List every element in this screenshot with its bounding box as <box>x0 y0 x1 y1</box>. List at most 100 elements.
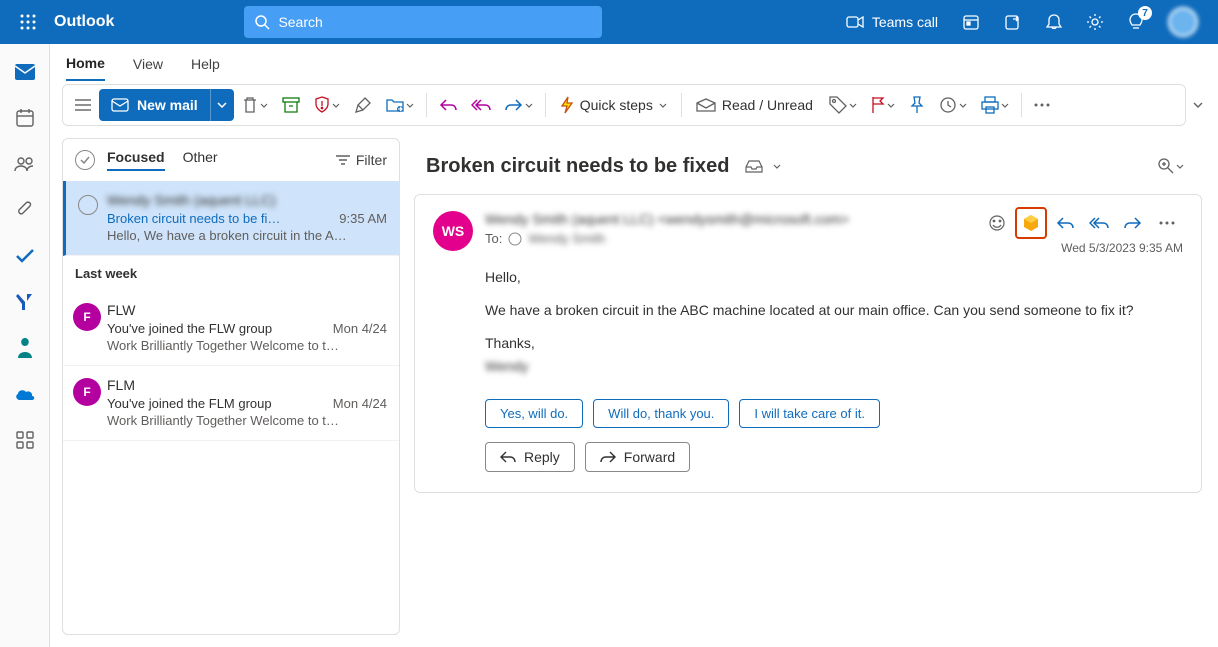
account-button[interactable] <box>1156 0 1210 44</box>
more-ribbon-button[interactable] <box>1028 89 1056 121</box>
tab-other[interactable]: Other <box>183 149 218 171</box>
forward-button[interactable] <box>499 89 539 121</box>
filter-label: Filter <box>356 152 387 168</box>
sender-avatar: F <box>73 378 101 406</box>
ribbon-collapse[interactable] <box>1190 102 1206 108</box>
reply-action[interactable] <box>1049 207 1081 239</box>
search-input[interactable] <box>278 14 592 30</box>
categorize-button[interactable] <box>823 89 863 121</box>
reply-all-action[interactable] <box>1083 207 1115 239</box>
rail-todo[interactable] <box>5 236 45 276</box>
settings-button[interactable] <box>1074 0 1116 44</box>
select-circle[interactable] <box>78 195 98 215</box>
shield-alert-icon <box>314 96 330 114</box>
archive-button[interactable] <box>276 89 306 121</box>
flag-button[interactable] <box>865 89 901 121</box>
suggestion-3[interactable]: I will take care of it. <box>739 399 880 428</box>
conversation-settings[interactable] <box>739 150 769 182</box>
to-line: To: Wendy Smith <box>485 231 981 246</box>
delete-button[interactable] <box>236 89 274 121</box>
tips-badge: 7 <box>1138 6 1152 20</box>
chevron-down-icon <box>406 103 414 108</box>
forward-action[interactable] <box>1117 207 1149 239</box>
apps-hexagon-button[interactable] <box>1015 207 1047 239</box>
snooze-button[interactable] <box>933 89 973 121</box>
suggestion-1[interactable]: Yes, will do. <box>485 399 583 428</box>
flag-icon <box>871 96 885 114</box>
read-unread-button[interactable]: Read / Unread <box>688 97 821 113</box>
new-mail-dropdown[interactable] <box>210 89 234 121</box>
rail-people[interactable] <box>5 144 45 184</box>
filter-button[interactable]: Filter <box>336 152 387 168</box>
teams-call-button[interactable]: Teams call <box>834 0 950 44</box>
react-button[interactable] <box>981 207 1013 239</box>
sweep-button[interactable] <box>348 89 378 121</box>
tab-view[interactable]: View <box>133 48 163 80</box>
ellipsis-icon <box>1159 221 1175 225</box>
rail-onedrive[interactable] <box>5 374 45 414</box>
forward-button[interactable]: Forward <box>585 442 690 472</box>
hamburger-button[interactable] <box>69 99 97 111</box>
chevron-down-icon[interactable] <box>773 164 781 169</box>
reply-all-button[interactable] <box>465 89 497 121</box>
sender-avatar: WS <box>433 211 473 251</box>
rail-yammer[interactable] <box>5 282 45 322</box>
message-datetime: Wed 5/3/2023 9:35 AM <box>981 241 1183 255</box>
pin-icon <box>909 96 925 114</box>
tips-button[interactable]: 7 <box>1116 0 1156 44</box>
more-actions[interactable] <box>1151 207 1183 239</box>
forward-icon <box>600 451 616 463</box>
folder-move-icon <box>386 97 404 113</box>
notifications-button[interactable] <box>1034 0 1074 44</box>
chevron-down-icon <box>217 102 227 108</box>
pin-button[interactable] <box>903 89 931 121</box>
message-time: Mon 4/24 <box>333 321 387 336</box>
rail-mail[interactable] <box>5 52 45 92</box>
select-all-toggle[interactable] <box>75 150 95 170</box>
suggestion-2[interactable]: Will do, thank you. <box>593 399 729 428</box>
new-mail-button[interactable]: New mail <box>99 89 234 121</box>
move-button[interactable] <box>380 89 420 121</box>
report-button[interactable] <box>308 89 346 121</box>
group-header-lastweek: Last week <box>63 256 399 291</box>
message-item[interactable]: Wendy Smith (aquent LLC) Broken circuit … <box>63 181 399 256</box>
trash-icon <box>242 96 258 114</box>
mail-icon <box>14 63 36 81</box>
message-item[interactable]: F FLW You've joined the FLW group Mon 4/… <box>63 291 399 366</box>
app-launcher-icon[interactable] <box>8 2 48 42</box>
yammer-icon <box>15 292 35 312</box>
tab-focused[interactable]: Focused <box>107 149 165 171</box>
chevron-down-icon <box>1193 102 1203 108</box>
my-day-button[interactable] <box>992 0 1034 44</box>
quick-steps-label: Quick steps <box>580 97 653 113</box>
task-arrow-icon <box>1004 13 1022 31</box>
avatar-icon <box>1168 7 1198 37</box>
message-from: Wendy Smith (aquent LLC) <box>107 191 387 209</box>
message-item[interactable]: F FLM You've joined the FLM group Mon 4/… <box>63 366 399 441</box>
forward-icon <box>505 98 523 112</box>
rail-bookings[interactable] <box>5 328 45 368</box>
hamburger-icon <box>75 99 91 111</box>
zoom-button[interactable] <box>1152 150 1190 182</box>
reply-label: Reply <box>524 449 560 465</box>
attachment-icon <box>16 200 34 220</box>
rail-more-apps[interactable] <box>5 420 45 460</box>
reply-button[interactable]: Reply <box>485 442 575 472</box>
meet-now-button[interactable] <box>950 0 992 44</box>
rail-files[interactable] <box>5 190 45 230</box>
tab-home[interactable]: Home <box>66 47 105 81</box>
header-actions: Teams call 7 <box>834 0 1210 44</box>
forward-icon <box>1124 216 1142 230</box>
reply-button[interactable] <box>433 89 463 121</box>
search-box[interactable] <box>244 6 602 38</box>
smiley-icon <box>988 214 1006 232</box>
message-from: FLM <box>107 376 387 394</box>
rail-calendar[interactable] <box>5 98 45 138</box>
print-button[interactable] <box>975 89 1015 121</box>
tab-help[interactable]: Help <box>191 48 220 80</box>
tabs-row: Home View Help <box>50 44 1218 84</box>
reply-forward-row: Reply Forward <box>433 442 1183 476</box>
inbox-icon <box>745 159 763 173</box>
clock-icon <box>939 96 957 114</box>
quick-steps-button[interactable]: Quick steps <box>552 96 675 114</box>
